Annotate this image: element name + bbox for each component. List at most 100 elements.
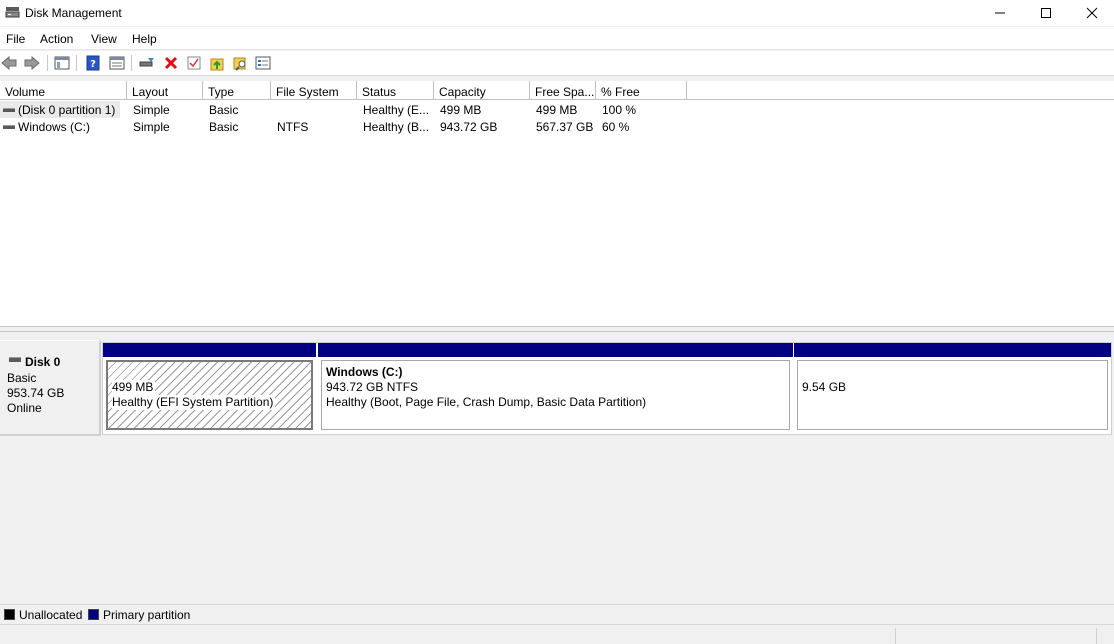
column-header-free-space[interactable]: Free Spa...: [530, 81, 596, 100]
back-button[interactable]: [0, 54, 18, 72]
show-hide-console-tree-icon: [54, 56, 70, 70]
volume-list: Volume Layout Type File System Status Ca…: [0, 81, 1114, 326]
toolbar: ?: [0, 51, 1114, 76]
partition-recovery-body: 9.54 GB: [797, 360, 1108, 430]
partition-windows-c[interactable]: Windows (C:) 943.72 GB NTFS Healthy (Boo…: [318, 343, 793, 434]
column-header-status[interactable]: Status: [357, 81, 434, 100]
help-button[interactable]: ?: [84, 54, 102, 72]
delete-icon: [164, 56, 178, 70]
disk-name: Disk 0: [25, 355, 61, 369]
find-button[interactable]: [231, 54, 249, 72]
forward-button[interactable]: [23, 54, 41, 72]
status-divider: [1096, 628, 1097, 644]
partition-status: Healthy (Boot, Page File, Crash Dump, Ba…: [326, 395, 647, 409]
legend-label-primary: Primary partition: [103, 608, 191, 622]
close-button[interactable]: [1069, 0, 1114, 26]
partition-efi-body: 499 MB Healthy (EFI System Partition): [106, 360, 313, 430]
column-header-percent-free[interactable]: % Free: [596, 81, 687, 100]
cell-percent-free: 100 %: [602, 103, 637, 117]
cell-file-system: NTFS: [277, 120, 309, 134]
legend: Unallocated Primary partition: [0, 604, 1114, 624]
close-icon: [1086, 7, 1098, 19]
disk-management-icon: [5, 7, 20, 18]
connect-virtual-disk-icon: [139, 58, 154, 67]
partition-type-bar: [318, 343, 793, 357]
check-icon: [187, 56, 201, 70]
legend-label-unallocated: Unallocated: [19, 608, 83, 622]
cell-type: Basic: [209, 120, 239, 134]
show-hide-console-tree-button[interactable]: [53, 54, 71, 72]
status-bar: [0, 624, 1114, 644]
column-header-capacity[interactable]: Capacity: [434, 81, 530, 100]
cell-status: Healthy (B...: [363, 120, 430, 134]
menu-action[interactable]: Action: [40, 32, 73, 46]
settings-button[interactable]: [254, 54, 272, 72]
disk-type: Basic: [7, 371, 37, 385]
toolbar-separator: [76, 55, 77, 71]
up-folder-icon: [210, 58, 224, 71]
maximize-icon: [1041, 8, 1051, 18]
column-header-file-system[interactable]: File System: [271, 81, 357, 100]
svg-text:?: ?: [90, 59, 96, 70]
find-icon: [233, 57, 246, 71]
cell-percent-free: 60 %: [602, 120, 630, 134]
partition-size: 943.72 GB NTFS: [326, 380, 419, 394]
maximize-button[interactable]: [1023, 0, 1069, 26]
partition-recovery[interactable]: 9.54 GB: [794, 343, 1111, 434]
cell-volume: (Disk 0 partition 1): [18, 103, 116, 117]
disk-map: Disk 0 Basic 953.74 GB Online 499 MB Hea…: [0, 332, 1114, 604]
menu-help[interactable]: Help: [132, 32, 157, 46]
minimize-button[interactable]: [977, 0, 1023, 26]
title-bar: Disk Management: [0, 0, 1114, 26]
up-folder-button[interactable]: [208, 54, 226, 72]
partition-size: 9.54 GB: [802, 380, 847, 394]
volume-icon: [3, 108, 15, 112]
disk-0-partitions: 499 MB Healthy (EFI System Partition) Wi…: [102, 342, 1112, 435]
column-header-type[interactable]: Type: [203, 81, 271, 100]
disk-0-label[interactable]: Disk 0 Basic 953.74 GB Online: [0, 340, 101, 436]
window-title: Disk Management: [25, 6, 122, 20]
toolbar-separator: [47, 55, 48, 71]
properties-button[interactable]: [108, 54, 126, 72]
partition-efi[interactable]: 499 MB Healthy (EFI System Partition): [103, 343, 316, 434]
help-icon: ?: [86, 55, 100, 71]
disk-size: 953.74 GB: [7, 386, 65, 400]
cell-free-space: 499 MB: [536, 103, 578, 117]
status-divider: [895, 628, 896, 644]
partition-status: Healthy (EFI System Partition): [112, 395, 276, 410]
volume-icon: [3, 125, 15, 129]
cell-free-space: 567.37 GB: [536, 120, 594, 134]
back-icon: [1, 56, 17, 70]
column-header-volume[interactable]: Volume: [0, 81, 127, 100]
minimize-icon: [995, 12, 1005, 14]
disk-state: Online: [7, 401, 42, 415]
check-button[interactable]: [185, 54, 203, 72]
connect-virtual-disk-button[interactable]: [138, 54, 156, 72]
cell-volume: Windows (C:): [18, 120, 91, 134]
column-header-layout[interactable]: Layout: [127, 81, 203, 100]
column-header-filler: [687, 81, 1114, 100]
partition-name: [802, 365, 1107, 380]
cell-layout: Simple: [133, 120, 170, 134]
cell-status: Healthy (E...: [363, 103, 430, 117]
partition-type-bar: [794, 343, 1111, 357]
cell-type: Basic: [209, 103, 239, 117]
delete-button[interactable]: [162, 54, 180, 72]
forward-icon: [24, 56, 40, 70]
partition-type-bar: [103, 343, 316, 357]
cell-capacity: 499 MB: [440, 103, 482, 117]
menu-file[interactable]: File: [6, 32, 25, 46]
partition-name: Windows (C:): [326, 365, 403, 379]
menu-view[interactable]: View: [91, 32, 117, 46]
partition-windows-c-body: Windows (C:) 943.72 GB NTFS Healthy (Boo…: [321, 360, 790, 430]
settings-icon: [255, 56, 271, 70]
legend-swatch-unallocated: [4, 609, 15, 620]
toolbar-separator: [131, 55, 132, 71]
cell-layout: Simple: [133, 103, 170, 117]
cell-capacity: 943.72 GB: [440, 120, 498, 134]
table-row[interactable]: Windows (C:) Simple Basic NTFS Healthy (…: [0, 118, 700, 135]
table-row[interactable]: (Disk 0 partition 1) Simple Basic Health…: [0, 101, 700, 118]
disk-icon: [9, 357, 21, 362]
properties-icon: [109, 56, 125, 70]
legend-swatch-primary: [88, 609, 99, 620]
